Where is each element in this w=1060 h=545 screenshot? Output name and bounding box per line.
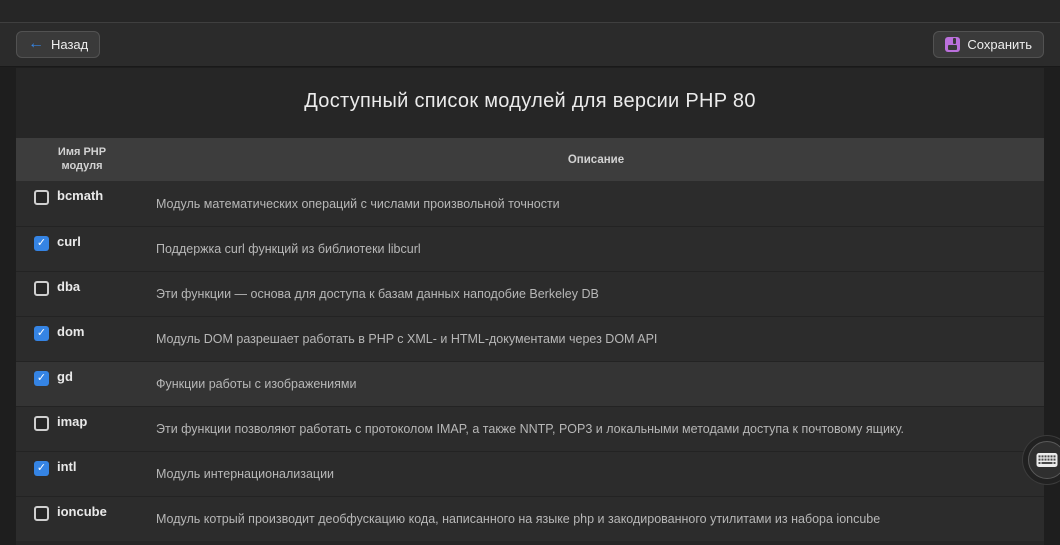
module-name: dba	[57, 280, 80, 294]
module-name: dom	[57, 325, 84, 339]
module-name: intl	[57, 460, 77, 474]
module-name-cell: ✓ gd	[16, 362, 148, 406]
back-button[interactable]: ← Назад	[16, 31, 100, 58]
module-checkbox[interactable]	[34, 190, 49, 205]
module-name-cell: ✓ dom	[16, 317, 148, 361]
window-top-strip	[0, 0, 1060, 23]
module-name-cell: dba	[16, 272, 148, 316]
toolbar: ← Назад Сохранить	[0, 23, 1060, 67]
page-title: Доступный список модулей для версии PHP …	[16, 68, 1044, 113]
module-name: ioncube	[57, 505, 107, 519]
module-checkbox[interactable]	[34, 506, 49, 521]
module-description: Модуль интернационализации	[148, 452, 1044, 496]
module-name-cell: imap	[16, 407, 148, 451]
module-description: Эти функции — основа для доступа к базам…	[148, 272, 1044, 316]
table-row: ✓ intl Модуль интернационализации	[16, 451, 1044, 496]
module-name: bcmath	[57, 189, 103, 203]
table-row: ✓ dom Модуль DOM разрешает работать в PH…	[16, 316, 1044, 361]
table-row: dba Эти функции — основа для доступа к б…	[16, 271, 1044, 316]
module-checkbox[interactable]: ✓	[34, 461, 49, 476]
table-row: ✓ curl Поддержка curl функций из библиот…	[16, 226, 1044, 271]
module-name: curl	[57, 235, 81, 249]
app-window: ← Назад Сохранить Доступный список модул…	[0, 0, 1060, 545]
module-description: Поддержка curl функций из библиотеки lib…	[148, 227, 1044, 271]
virtual-keyboard-button[interactable]	[1028, 441, 1060, 479]
module-checkbox[interactable]	[34, 416, 49, 431]
module-name-cell: ✓ curl	[16, 227, 148, 271]
column-header-description: Описание	[148, 154, 1044, 166]
module-checkbox[interactable]: ✓	[34, 236, 49, 251]
modules-panel: Доступный список модулей для версии PHP …	[16, 68, 1044, 545]
table-row: imap Эти функции позволяют работать с пр…	[16, 406, 1044, 451]
column-header-name: Имя PHP модуля	[16, 146, 148, 172]
content-area: Доступный список модулей для версии PHP …	[0, 68, 1060, 545]
module-description: Эти функции позволяют работать с протоко…	[148, 407, 1044, 451]
save-button-label: Сохранить	[967, 37, 1032, 52]
module-description: Модуль математических операций с числами…	[148, 181, 1044, 226]
modules-table: Имя PHP модуля Описание bcmath Модуль ма…	[16, 138, 1044, 541]
floppy-disk-icon	[945, 37, 960, 52]
table-body: bcmath Модуль математических операций с …	[16, 181, 1044, 541]
module-name: gd	[57, 370, 73, 384]
table-header: Имя PHP модуля Описание	[16, 138, 1044, 181]
module-name-cell: ioncube	[16, 497, 148, 541]
module-checkbox[interactable]: ✓	[34, 326, 49, 341]
module-name: imap	[57, 415, 87, 429]
table-row: ✓ gd Функции работы с изображениями	[16, 361, 1044, 406]
save-button[interactable]: Сохранить	[933, 31, 1044, 58]
keyboard-icon	[1036, 452, 1058, 468]
back-button-label: Назад	[51, 37, 88, 52]
module-name-cell: bcmath	[16, 181, 148, 226]
module-description: Функции работы с изображениями	[148, 362, 1044, 406]
module-description: Модуль DOM разрешает работать в PHP с XM…	[148, 317, 1044, 361]
module-checkbox[interactable]: ✓	[34, 371, 49, 386]
table-row: bcmath Модуль математических операций с …	[16, 181, 1044, 226]
table-row: ioncube Модуль котрый производит деобфус…	[16, 496, 1044, 541]
back-arrow-icon: ←	[28, 36, 44, 52]
module-checkbox[interactable]	[34, 281, 49, 296]
module-name-cell: ✓ intl	[16, 452, 148, 496]
module-description: Модуль котрый производит деобфускацию ко…	[148, 497, 1044, 541]
